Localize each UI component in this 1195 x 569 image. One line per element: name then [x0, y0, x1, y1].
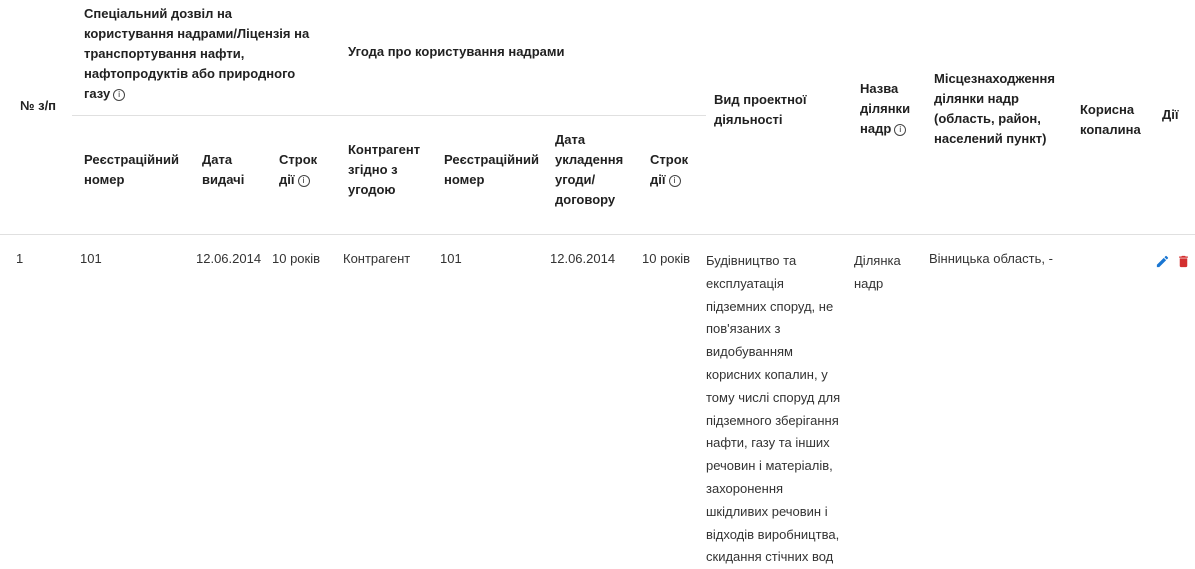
cell-agreement-date: 12.06.2014 [550, 251, 616, 266]
header-mineral: Корисна копалина [1080, 102, 1141, 137]
header-project-activity: Вид проектної діяльності [714, 92, 807, 127]
header-group-divider [72, 115, 706, 116]
cell-plot-location: Вінницька область, - [929, 251, 1053, 266]
cell-agreement-counterparty: Контрагент [343, 251, 411, 266]
header-number: № з/п [20, 98, 57, 113]
header-permit-reg-number: Реєстраційний номер [84, 152, 179, 187]
cell-agreement-term: 10 років [642, 251, 691, 266]
header-plot-name: Назва ділянки надр i [860, 79, 920, 139]
header-agreement-group: Угода про користування надрами [348, 44, 565, 59]
header-permit-group: Спеціальний дозвіл на користування надра… [84, 4, 319, 104]
cell-permit-term: 10 років [272, 251, 321, 266]
cell-permit-reg-number: 101 [80, 251, 102, 266]
cell-agreement-reg-number: 101 [440, 251, 462, 266]
info-icon[interactable]: i [894, 124, 907, 136]
delete-trash-icon[interactable] [1176, 253, 1191, 270]
info-icon[interactable]: i [668, 175, 681, 187]
cell-number: 1 [16, 251, 24, 266]
edit-pencil-icon[interactable] [1155, 254, 1170, 269]
header-agreement-counterparty: Контрагент згідно з угодою [348, 142, 421, 197]
cell-project-activity: Будівництво та експлуатація підземних сп… [706, 253, 841, 565]
header-agreement-date: Дата укладення угоди/ договору [555, 132, 624, 207]
header-bottom-border [0, 234, 1195, 235]
header-agreement-reg-number: Реєстраційний номер [444, 152, 539, 187]
header-plot-location: Місцезнаходження ділянки надр (область, … [934, 71, 1055, 146]
header-permit-term: Строк дії i [279, 150, 327, 190]
header-permit-group-label: Спеціальний дозвіл на користування надра… [84, 6, 310, 101]
info-icon[interactable]: i [297, 175, 310, 187]
header-actions: Дії [1162, 107, 1179, 122]
header-agreement-term: Строк дії i [650, 150, 700, 190]
cell-permit-issue-date: 12.06.2014 [196, 251, 262, 266]
info-icon[interactable]: i [113, 89, 126, 101]
cell-plot-name: Ділянка надр [854, 253, 901, 291]
header-permit-issue-date: Дата видачі [202, 152, 245, 187]
